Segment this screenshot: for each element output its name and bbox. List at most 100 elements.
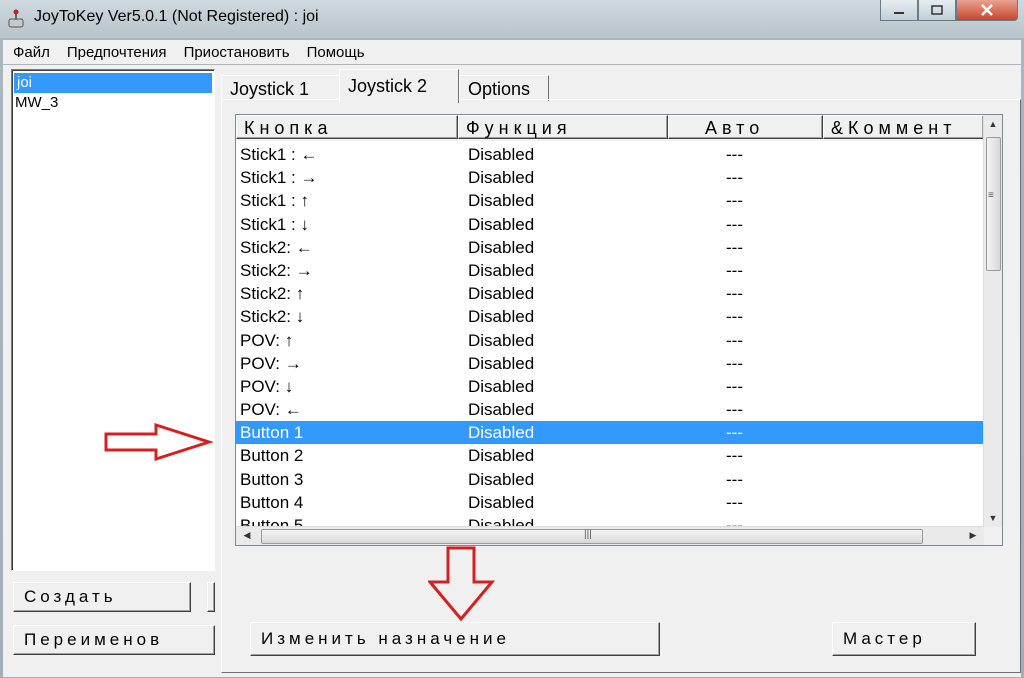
- row-auto-cell: ---: [726, 353, 743, 373]
- profile-item-mw3[interactable]: MW_3: [12, 93, 214, 113]
- row-function-cell: Disabled: [468, 260, 535, 280]
- column-header-auto[interactable]: Авто: [668, 115, 823, 139]
- row-button-cell: Stick2: ↓: [240, 307, 305, 327]
- menu-file[interactable]: Файл: [3, 44, 57, 61]
- scroll-left-arrow-icon[interactable]: ◀: [238, 530, 256, 541]
- tab-joystick-1[interactable]: Joystick 1: [221, 75, 341, 101]
- close-icon: [981, 4, 993, 16]
- tab-options[interactable]: Options: [459, 75, 549, 101]
- rename-profile-button[interactable]: Переименов: [13, 625, 215, 655]
- table-row[interactable]: Stick2: → Disabled ---: [236, 259, 984, 282]
- wizard-button[interactable]: Мастер: [832, 622, 976, 656]
- table-row[interactable]: POV: ↑ Disabled ---: [236, 329, 984, 352]
- row-function-cell: Disabled: [468, 145, 535, 164]
- list-header: Кнопка Функция Авто &Коммент: [236, 115, 984, 141]
- row-button-cell: Stick1 : ←: [240, 145, 318, 164]
- vertical-scroll-thumb[interactable]: ≡: [986, 137, 1001, 271]
- row-auto-cell: ---: [726, 168, 743, 188]
- row-function-cell: Disabled: [468, 423, 535, 443]
- horizontal-scroll-thumb[interactable]: |||: [261, 529, 923, 544]
- table-row[interactable]: Button 3 Disabled ---: [236, 468, 984, 491]
- column-header-function[interactable]: Функция: [458, 115, 668, 139]
- grip-icon: ≡: [988, 190, 994, 201]
- row-function-cell: Disabled: [468, 469, 535, 489]
- row-button-cell: Stick1 : ↑: [240, 191, 309, 211]
- row-function-cell: Disabled: [468, 446, 535, 466]
- row-function-cell: Disabled: [468, 376, 535, 396]
- table-row[interactable]: Stick1 : ↓ Disabled ---: [236, 213, 984, 236]
- menu-pause[interactable]: Приостановить: [174, 44, 297, 61]
- column-header-button[interactable]: Кнопка: [236, 115, 458, 139]
- row-button-cell: POV: ←: [240, 400, 302, 420]
- row-function-cell: Disabled: [468, 237, 535, 257]
- row-button-cell: POV: ↑: [240, 330, 294, 350]
- row-auto-cell: ---: [726, 214, 743, 234]
- table-row[interactable]: POV: ↓ Disabled ---: [236, 375, 984, 398]
- row-function-cell: Disabled: [468, 353, 535, 373]
- create-profile-button[interactable]: Создать: [13, 582, 191, 612]
- table-row[interactable]: Stick2: ↓ Disabled ---: [236, 305, 984, 328]
- list-rows: Stick1 : ← Disabled --- Stick1 : → Disabled -…: [236, 143, 984, 537]
- annotation-arrow-down-icon: [428, 546, 496, 622]
- window-controls: [880, 0, 1018, 22]
- row-button-cell: Stick1 : ↓: [240, 214, 309, 234]
- row-function-cell: Disabled: [468, 168, 535, 188]
- row-comment-cell: [833, 236, 984, 259]
- tab-joystick-2[interactable]: Joystick 2: [339, 69, 459, 103]
- table-row[interactable]: Button 2 Disabled ---: [236, 444, 984, 467]
- row-button-cell: Button 4: [240, 492, 304, 512]
- scroll-up-arrow-icon[interactable]: ▲: [984, 119, 1002, 129]
- row-function-cell: Disabled: [468, 330, 535, 350]
- row-auto-cell: ---: [726, 237, 743, 257]
- row-comment-cell: [833, 166, 984, 189]
- menu-bar: Файл Предпочтения Приостановить Помощь: [3, 40, 1021, 64]
- row-comment-cell: [833, 375, 984, 398]
- scroll-down-arrow-icon[interactable]: ▼: [984, 513, 1002, 523]
- column-header-comment[interactable]: &Коммент: [823, 115, 984, 139]
- maximize-button[interactable]: [918, 0, 956, 21]
- row-button-cell: Stick1 : →: [240, 168, 318, 188]
- menu-preferences[interactable]: Предпочтения: [57, 44, 174, 61]
- table-row[interactable]: Button 1 Disabled ---: [236, 421, 984, 445]
- joystick-app-icon: [8, 9, 24, 28]
- table-row[interactable]: Stick1 : ↑ Disabled ---: [236, 189, 984, 212]
- row-comment-cell: [833, 421, 984, 444]
- table-row[interactable]: Stick1 : → Disabled ---: [236, 166, 984, 189]
- table-row[interactable]: Stick2: ↑ Disabled ---: [236, 282, 984, 305]
- row-button-cell: Button 3: [240, 469, 304, 489]
- row-button-cell: POV: ↓: [240, 376, 294, 396]
- row-auto-cell: ---: [726, 376, 743, 396]
- table-row[interactable]: Button 4 Disabled ---: [236, 491, 984, 514]
- row-button-cell: Stick2: ↑: [240, 284, 305, 304]
- profile-list[interactable]: joi MW_3: [11, 69, 215, 571]
- row-auto-cell: ---: [726, 191, 743, 211]
- row-function-cell: Disabled: [468, 400, 535, 420]
- splitter[interactable]: [213, 65, 221, 677]
- window-title: JoyToKey Ver5.0.1 (Not Registered) : joi: [34, 8, 319, 25]
- horizontal-scrollbar[interactable]: ◀ ||| ▶: [236, 526, 984, 545]
- scroll-corner: [984, 527, 1002, 545]
- minimize-icon: [894, 12, 904, 14]
- table-row[interactable]: POV: ← Disabled ---: [236, 398, 984, 421]
- button-assignment-list[interactable]: Кнопка Функция Авто &Коммент Stick1 : ← D…: [235, 114, 1003, 546]
- menu-help[interactable]: Помощь: [297, 44, 372, 61]
- table-row[interactable]: POV: → Disabled ---: [236, 352, 984, 375]
- minimize-button[interactable]: [880, 0, 918, 21]
- table-row[interactable]: Stick1 : ← Disabled ---: [236, 143, 984, 166]
- scroll-right-arrow-icon[interactable]: ▶: [964, 530, 982, 541]
- row-auto-cell: ---: [726, 446, 743, 466]
- row-function-cell: Disabled: [468, 214, 535, 234]
- table-row[interactable]: Stick2: ← Disabled ---: [236, 236, 984, 259]
- vertical-scrollbar[interactable]: ▲ ≡ ▼: [983, 115, 1002, 527]
- profile-item-joi[interactable]: joi: [14, 73, 212, 93]
- title-bar[interactable]: JoyToKey Ver5.0.1 (Not Registered) : joi: [0, 0, 1024, 38]
- row-comment-cell: [833, 305, 984, 328]
- row-auto-cell: ---: [726, 307, 743, 327]
- edit-assignment-button[interactable]: Изменить назначение: [250, 622, 660, 656]
- row-comment-cell: [833, 468, 984, 491]
- maximize-icon: [931, 5, 943, 15]
- client-area: joi MW_3 Создать Переименов Joystick 1 J…: [3, 65, 1021, 677]
- close-button[interactable]: [956, 0, 1018, 21]
- row-function-cell: Disabled: [468, 492, 535, 512]
- app-window: JoyToKey Ver5.0.1 (Not Registered) : joi…: [0, 0, 1024, 678]
